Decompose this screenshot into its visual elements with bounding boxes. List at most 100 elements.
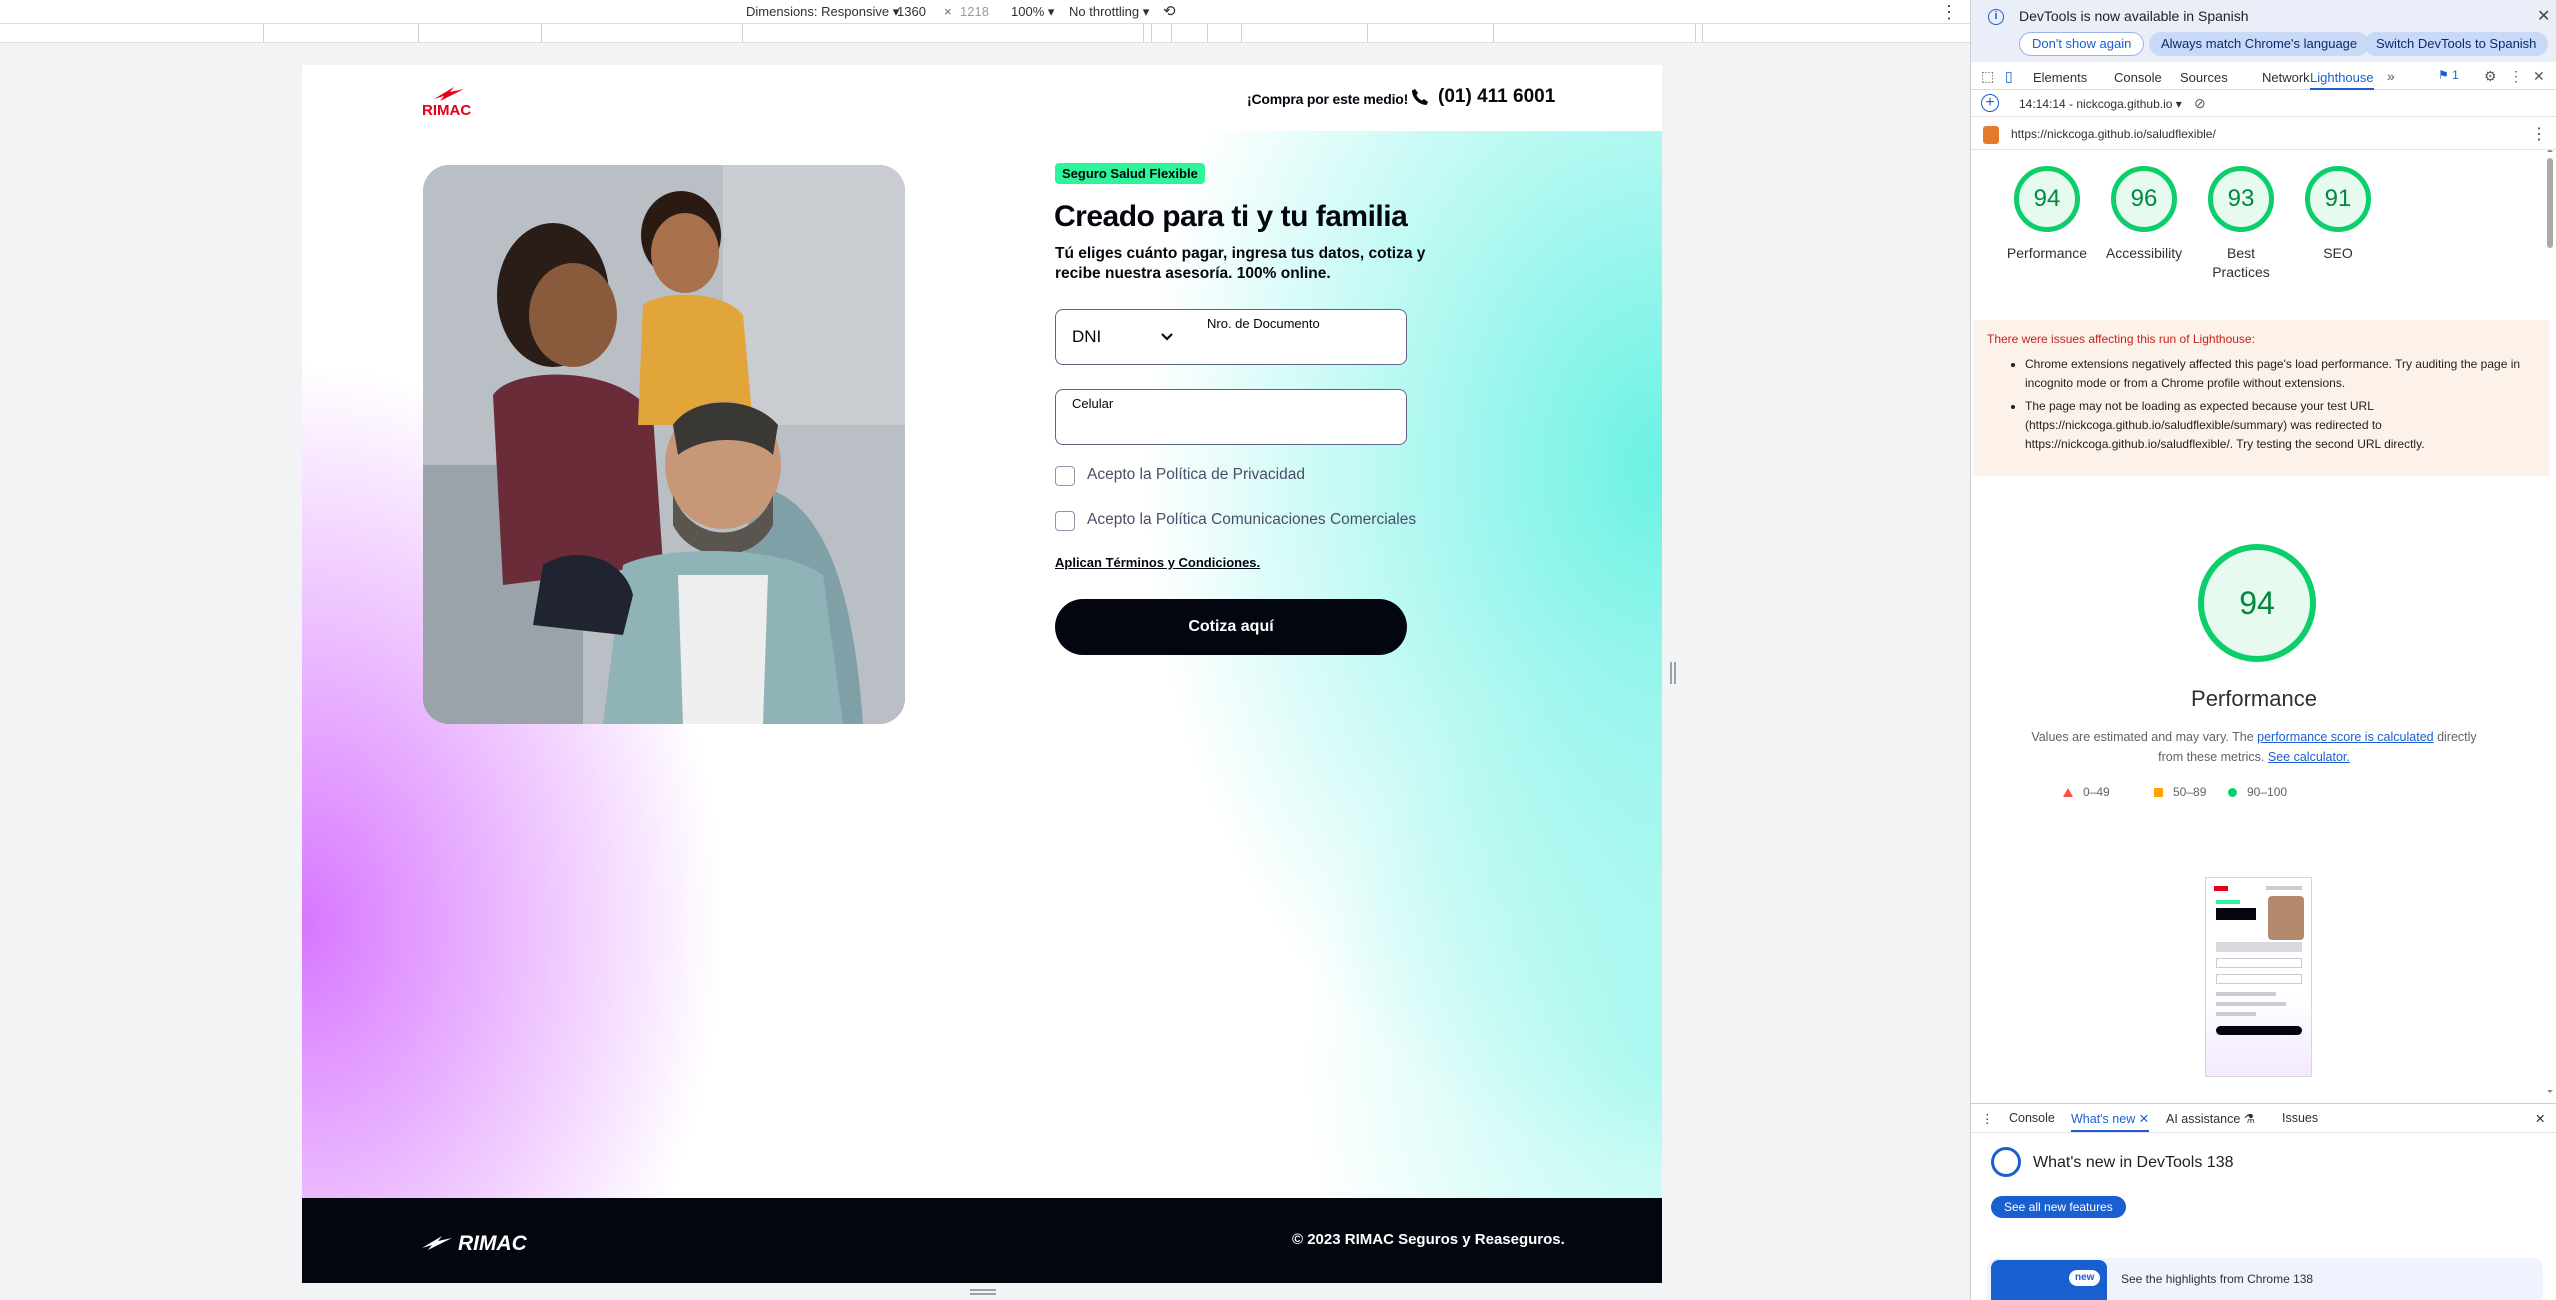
report-url-bar: https://nickcoga.github.io/saludflexible…: [1971, 118, 2556, 150]
bottom-resize-handle-line[interactable]: [970, 1293, 996, 1295]
whats-new-title: What's new in DevTools 138: [2033, 1154, 2234, 1171]
page-subtitle: Tú eliges cuánto pagar, ingresa tus dato…: [1055, 245, 1426, 282]
phone-field[interactable]: Celular: [1055, 389, 1407, 445]
tab-network[interactable]: Network: [2262, 70, 2310, 85]
document-number-input[interactable]: Nro. de Documento: [1207, 316, 1320, 331]
report-menu-icon[interactable]: ⋮: [2531, 124, 2547, 144]
legend-pass: 90–100: [2228, 785, 2287, 799]
highlights-text: See the highlights from Chrome 138: [2121, 1272, 2314, 1286]
page-screenshot-thumbnail[interactable]: [2205, 877, 2312, 1077]
more-tabs-icon[interactable]: »: [2387, 68, 2395, 84]
devtools-panel: i DevTools is now available in Spanish ✕…: [1970, 0, 2556, 1300]
device-toggle-icon[interactable]: ▯: [2005, 68, 2013, 85]
commercial-comms-checkbox[interactable]: [1055, 511, 1075, 531]
header-cta-text: ¡Compra por este medio!: [1247, 91, 1409, 107]
see-all-features-button[interactable]: See all new features: [1991, 1196, 2126, 1218]
gauge-accessibility[interactable]: 96 Accessibility: [2096, 166, 2192, 263]
phone-input-label: Celular: [1072, 396, 1114, 411]
drawer-tab-ai-assistance[interactable]: AI assistance ⚗: [2166, 1111, 2255, 1126]
gauge-score: 94: [2014, 166, 2080, 232]
infobar-text: DevTools is now available in Spanish: [2019, 8, 2249, 24]
height-input[interactable]: 1218: [956, 2, 993, 22]
document-field[interactable]: DNI Nro. de Documento: [1055, 309, 1407, 365]
gauge-best-practices[interactable]: 93 Best Practices: [2193, 166, 2289, 282]
new-badge: new: [2069, 1270, 2101, 1286]
quote-button[interactable]: Cotiza aquí: [1055, 599, 1407, 655]
performance-heading: Performance: [2191, 686, 2317, 711]
right-resize-handle[interactable]: [1670, 662, 1672, 684]
new-report-icon[interactable]: +: [1981, 94, 1999, 112]
throttling-label: No throttling: [1069, 4, 1140, 19]
dont-show-again-button[interactable]: Don't show again: [2019, 32, 2145, 56]
rimac-logo[interactable]: RIMAC: [420, 79, 490, 119]
drawer-tab-console[interactable]: Console: [2009, 1111, 2055, 1125]
drawer-menu-icon[interactable]: ⋮: [1981, 1111, 1994, 1126]
privacy-policy-label: Acepto la Política de Privacidad: [1087, 466, 1305, 483]
gauge-label: Performance: [2006, 245, 2088, 261]
close-drawer-icon[interactable]: ✕: [2535, 1111, 2545, 1126]
drawer-tab-whats-new[interactable]: What's new ✕: [2071, 1111, 2150, 1132]
footer-copyright: © 2023 RIMAC Seguros y Reaseguros.: [1292, 1231, 1565, 1248]
commercial-comms-label: Acepto la Política Comunicaciones Comerc…: [1087, 511, 1417, 528]
issues-count: 1: [2452, 68, 2459, 82]
report-scrollbar[interactable]: [2545, 149, 2555, 1100]
emulated-page: RIMAC ¡Compra por este medio! (01) 411 6…: [302, 65, 1662, 1283]
devtools-menu-icon[interactable]: ⋮: [2509, 68, 2523, 85]
site-header: RIMAC ¡Compra por este medio! (01) 411 6…: [302, 65, 1662, 131]
always-match-language-button[interactable]: Always match Chrome's language: [2149, 32, 2370, 56]
phone-number[interactable]: (01) 411 6001: [1438, 86, 1555, 108]
gauge-score: 91: [2305, 166, 2371, 232]
note-text: Values are estimated and may vary. The: [2031, 730, 2258, 744]
right-resize-handle-line[interactable]: [1674, 662, 1676, 684]
terms-link[interactable]: Aplican Términos y Condiciones.: [1055, 555, 1260, 570]
chevron-down-icon[interactable]: [1160, 330, 1174, 344]
svg-text:RIMAC: RIMAC: [458, 1232, 528, 1255]
tab-elements[interactable]: Elements: [2033, 70, 2087, 85]
info-icon: i: [1988, 9, 2004, 25]
clear-icon[interactable]: ⊘: [2194, 95, 2206, 112]
language-infobar: i DevTools is now available in Spanish ✕…: [1971, 0, 2556, 62]
triangle-icon: [2063, 788, 2073, 798]
gauge-label: SEO: [2323, 245, 2353, 261]
drawer-tabbar: ⋮ Console What's new ✕ AI assistance ⚗ I…: [1971, 1103, 2556, 1133]
highlights-image: new: [1991, 1260, 2107, 1300]
close-icon[interactable]: ✕: [2537, 6, 2550, 26]
highlights-card[interactable]: new See the highlights from Chrome 138: [1987, 1258, 2543, 1300]
warnings-title: There were issues affecting this run of …: [1987, 332, 2255, 346]
inspect-icon[interactable]: ⬚: [1981, 68, 1994, 85]
report-url[interactable]: https://nickcoga.github.io/saludflexible…: [2011, 127, 2216, 141]
settings-gear-icon[interactable]: ⚙: [2484, 68, 2497, 85]
more-options-icon[interactable]: ⋮: [1940, 2, 1958, 23]
gauge-performance[interactable]: 94 Performance: [1999, 166, 2095, 263]
dimensions-dropdown[interactable]: Dimensions: Responsive ▾: [746, 4, 899, 20]
dimensions-label: Dimensions: Responsive: [746, 4, 890, 19]
switch-to-spanish-button[interactable]: Switch DevTools to Spanish: [2364, 32, 2549, 56]
tab-console[interactable]: Console: [2114, 70, 2162, 85]
close-devtools-icon[interactable]: ✕: [2533, 68, 2545, 85]
drawer-tab-issues[interactable]: Issues: [2282, 1111, 2318, 1125]
rotate-icon[interactable]: ⟲: [1163, 2, 1176, 20]
issues-badge[interactable]: ⚑ 1: [2438, 68, 2459, 82]
tab-lighthouse[interactable]: Lighthouse: [2310, 70, 2374, 90]
svg-text:RIMAC: RIMAC: [422, 102, 471, 119]
device-toolbar: Dimensions: Responsive ▾ 1360 × 1218 100…: [0, 0, 1970, 24]
gauge-score: 93: [2208, 166, 2274, 232]
report-selector[interactable]: 14:14:14 - nickcoga.github.io ▾: [2019, 97, 2182, 111]
square-icon: [2154, 788, 2163, 798]
bottom-resize-handle[interactable]: [970, 1289, 996, 1291]
throttling-dropdown[interactable]: No throttling ▾: [1069, 4, 1149, 20]
gauge-seo[interactable]: 91 SEO: [2290, 166, 2386, 263]
privacy-policy-checkbox[interactable]: [1055, 466, 1075, 486]
tab-sources[interactable]: Sources: [2180, 70, 2228, 85]
circle-icon: [2228, 788, 2237, 798]
product-badge: Seguro Salud Flexible: [1055, 163, 1205, 184]
device-emulation-area: Dimensions: Responsive ▾ 1360 × 1218 100…: [0, 0, 1970, 1300]
legend-label: 50–89: [2173, 785, 2207, 799]
score-calc-link[interactable]: performance score is calculated: [2257, 730, 2433, 744]
run-warnings: There were issues affecting this run of …: [1973, 320, 2549, 476]
zoom-dropdown[interactable]: 100% ▾: [1011, 4, 1054, 20]
document-type-select[interactable]: DNI: [1072, 327, 1101, 347]
legend-label: 90–100: [2247, 785, 2288, 799]
width-input[interactable]: 1360: [893, 2, 930, 22]
calculator-link[interactable]: See calculator.: [2268, 750, 2350, 764]
